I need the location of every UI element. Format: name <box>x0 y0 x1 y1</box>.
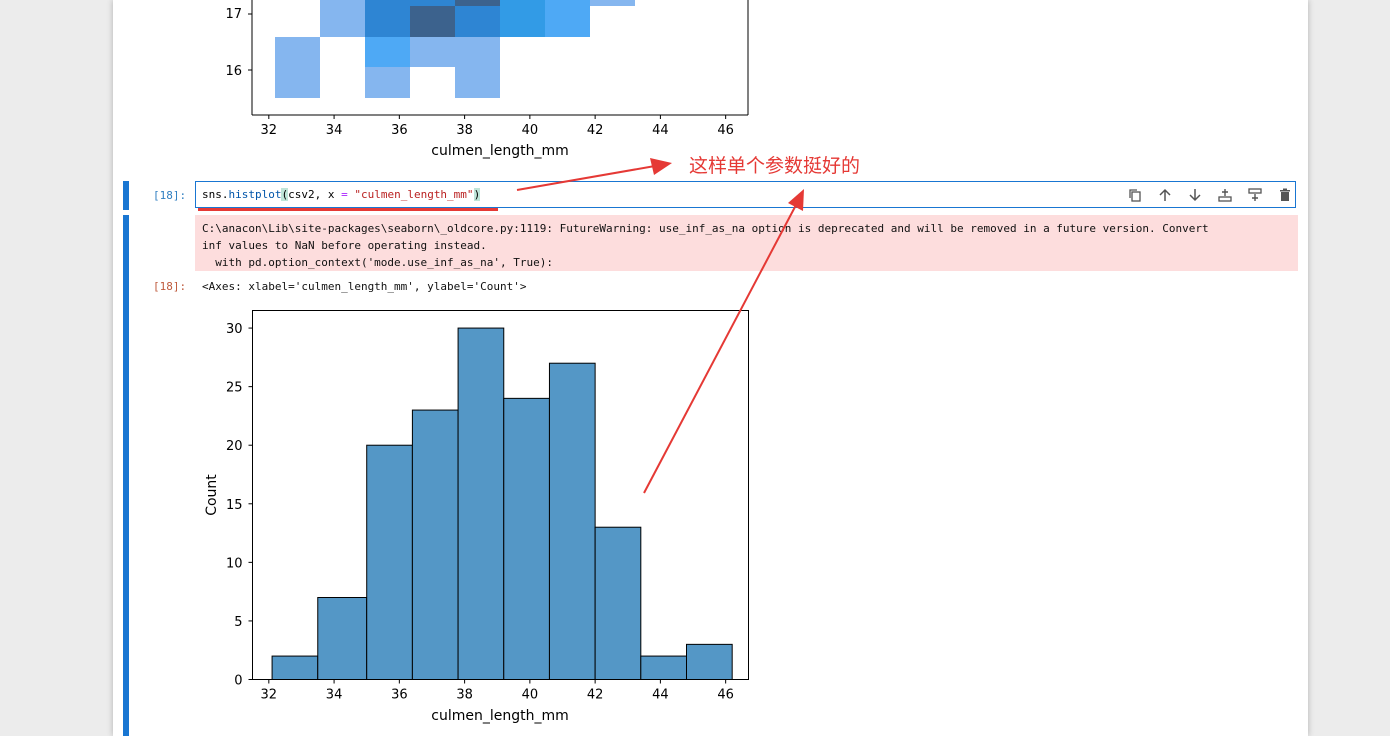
annotation-arrowhead <box>788 189 804 211</box>
annotation-arrow-line <box>516 165 656 191</box>
annotation-text: 这样单个参数挺好的 <box>689 155 861 177</box>
annotation-arrowhead <box>650 158 672 175</box>
annotation-arrow-line <box>643 204 797 494</box>
annotation-arrows <box>516 158 804 494</box>
